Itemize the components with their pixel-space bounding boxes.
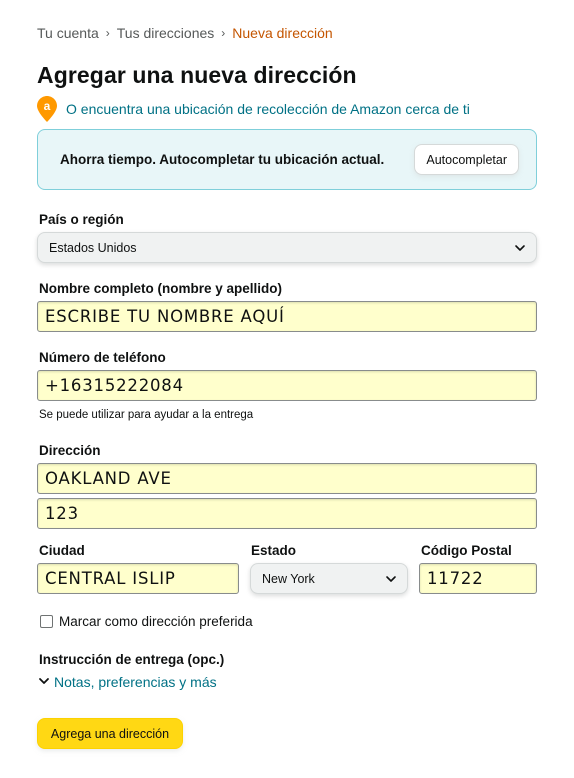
chevron-down-icon xyxy=(38,674,50,690)
autofill-message: Ahorra tiempo. Autocompletar tu ubicació… xyxy=(60,152,385,167)
country-label: País o región xyxy=(39,212,124,227)
amazon-pickup-pin-icon: a xyxy=(37,96,57,122)
default-address-label: Marcar como dirección preferida xyxy=(59,614,253,629)
breadcrumb-your-addresses[interactable]: Tus direcciones xyxy=(117,25,215,41)
state-label: Estado xyxy=(251,543,297,558)
delivery-notes-link[interactable]: Notas, preferencias y más xyxy=(54,674,217,690)
zip-input[interactable]: 11722 xyxy=(419,563,537,594)
phone-hint: Se puede utilizar para ayudar a la entre… xyxy=(39,409,254,421)
address-line1-input[interactable]: OAKLAND AVE xyxy=(37,463,537,494)
country-select-value: Estados Unidos xyxy=(49,240,137,255)
breadcrumb: Tu cuenta › Tus direcciones › Nueva dire… xyxy=(37,25,333,41)
full-name-input[interactable]: ESCRIBE TU NOMBRE AQUÍ xyxy=(37,301,537,332)
breadcrumb-separator: › xyxy=(105,26,110,40)
state-select[interactable]: New York xyxy=(250,563,408,594)
city-input[interactable]: CENTRAL ISLIP xyxy=(37,563,239,594)
default-address-row[interactable]: Marcar como dirección preferida xyxy=(40,614,253,629)
svg-text:a: a xyxy=(44,99,51,113)
address-line2-input[interactable]: 123 xyxy=(37,498,537,529)
pickup-location-link[interactable]: O encuentra una ubicación de recolección… xyxy=(66,101,470,117)
delivery-instructions-label: Instrucción de entrega (opc.) xyxy=(39,652,225,667)
zip-label: Código Postal xyxy=(421,543,512,558)
breadcrumb-separator: › xyxy=(221,26,226,40)
full-name-label: Nombre completo (nombre y apellido) xyxy=(39,281,283,296)
phone-label: Número de teléfono xyxy=(39,350,166,365)
phone-input[interactable]: +16315222084 xyxy=(37,370,537,401)
city-label: Ciudad xyxy=(39,543,85,558)
default-address-checkbox[interactable] xyxy=(40,615,53,628)
autofill-banner: Ahorra tiempo. Autocompletar tu ubicació… xyxy=(37,129,537,190)
autofill-button[interactable]: Autocompletar xyxy=(414,144,519,175)
chevron-down-icon xyxy=(514,242,526,257)
breadcrumb-current: Nueva dirección xyxy=(232,25,333,41)
breadcrumb-your-account[interactable]: Tu cuenta xyxy=(37,25,99,41)
chevron-down-icon xyxy=(385,573,397,588)
add-address-button[interactable]: Agrega una dirección xyxy=(37,718,183,749)
country-select[interactable]: Estados Unidos xyxy=(37,232,537,263)
address-label: Dirección xyxy=(39,443,101,458)
page-title: Agregar una nueva dirección xyxy=(37,62,357,88)
delivery-notes-expander[interactable]: Notas, preferencias y más xyxy=(38,674,217,690)
state-select-value: New York xyxy=(262,571,315,586)
pickup-location-row[interactable]: a O encuentra una ubicación de recolecci… xyxy=(37,96,470,122)
